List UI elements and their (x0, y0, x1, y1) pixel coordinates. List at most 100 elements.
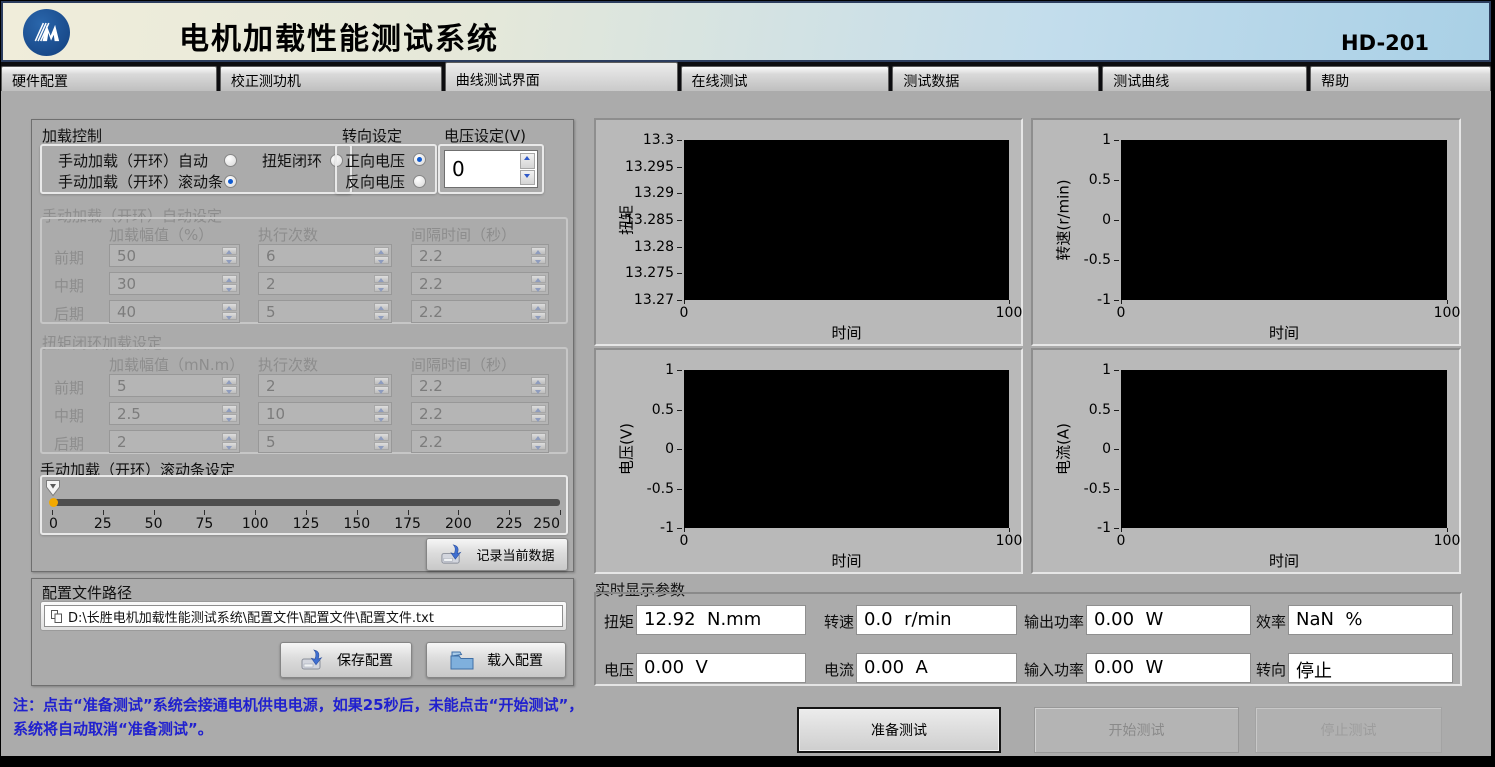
spin-down-icon (374, 284, 389, 292)
numeric-field: 2 (258, 272, 392, 295)
y-tick-mark (1114, 260, 1119, 261)
config-path-value: D:\长胜电机加载性能测试系统\配置文件\配置文件\配置文件.txt (68, 607, 434, 626)
spinner-buttons (531, 247, 546, 264)
slider-tick-label: 225 (496, 516, 523, 532)
slider-tick (52, 510, 53, 515)
numeric-field-value: 5 (266, 303, 276, 321)
numeric-field-value: 2.2 (419, 405, 443, 423)
numeric-field: 2.2 (411, 300, 549, 323)
spin-down-icon (374, 312, 389, 320)
record-data-button[interactable]: 记录当前数据 (426, 538, 568, 571)
numeric-field: 10 (258, 402, 392, 425)
y-tick-label: -1 (598, 520, 674, 536)
tab-4[interactable]: 测试数据 (892, 66, 1099, 91)
row-label: 中期 (54, 405, 84, 426)
radio-manual-scroll[interactable] (224, 175, 237, 188)
spinner-buttons (374, 405, 389, 422)
config-file-panel: 配置文件路径 D:\长胜电机加载性能测试系统\配置文件\配置文件\配置文件.tx… (31, 578, 574, 686)
radio-manual-auto[interactable] (224, 154, 237, 167)
numeric-field-value: 50 (117, 247, 136, 265)
spin-up-icon (374, 275, 389, 283)
x-tick-label: 100 (996, 533, 1023, 549)
spin-down-icon (222, 414, 237, 422)
y-tick-mark (677, 193, 682, 194)
load-config-button[interactable]: 载入配置 (426, 642, 566, 678)
y-tick-label: 0.5 (1035, 402, 1111, 418)
spin-down-icon (531, 256, 546, 264)
tab-5[interactable]: 测试曲线 (1102, 66, 1307, 91)
numeric-field: 40 (109, 300, 240, 323)
stop-test-button: 停止测试 (1255, 707, 1442, 753)
spin-up-icon (531, 303, 546, 311)
y-tick-label: 13.3 (598, 132, 674, 148)
spin-up-icon[interactable] (520, 153, 535, 169)
y-tick-mark (677, 220, 682, 221)
note-text-line2: 系统将自动取消“准备测试”。 (13, 718, 213, 739)
y-tick-mark (677, 140, 682, 141)
slider-tick (560, 510, 561, 515)
slider-tick (103, 510, 104, 515)
realtime-label: 电流 (818, 659, 854, 680)
slider-tick-label: 250 (533, 516, 560, 532)
y-axis-label: 转速(r/min) (1053, 179, 1074, 260)
x-tick-mark (1447, 528, 1448, 532)
voltage-input[interactable]: 0 (444, 150, 538, 188)
x-tick-mark (684, 528, 685, 532)
y-axis-label: 扭矩 (616, 205, 637, 235)
y-tick-label: 1 (1035, 132, 1111, 148)
slider-tick (306, 510, 307, 515)
column-header: 加载幅值（mN.m） (109, 354, 244, 375)
numeric-field-value: 2.2 (419, 377, 443, 395)
spin-down-icon (531, 414, 546, 422)
y-tick-label: 13.28 (598, 239, 674, 255)
radio-forward-voltage[interactable] (413, 153, 426, 166)
model-number: HD-201 (1341, 31, 1429, 55)
y-tick-label: -1 (1035, 520, 1111, 536)
y-tick-mark (677, 449, 682, 450)
realtime-value: 12.92 N.mm (636, 605, 806, 635)
numeric-field: 2 (258, 374, 392, 397)
slider-tick-label: 125 (293, 516, 320, 532)
slider-track[interactable] (52, 499, 560, 506)
radio-reverse-voltage[interactable] (413, 175, 426, 188)
x-tick-mark (1009, 528, 1010, 532)
realtime-label: 输入功率 (1014, 659, 1084, 680)
voltage-title: 电压设定(V) (444, 125, 526, 146)
tab-3[interactable]: 在线测试 (681, 66, 890, 91)
numeric-field-value: 40 (117, 303, 136, 321)
spin-down-icon (222, 256, 237, 264)
spinner-buttons (374, 303, 389, 320)
spinner-buttons (222, 405, 237, 422)
prepare-test-button[interactable]: 准备测试 (797, 707, 1001, 753)
realtime-label: 转向 (1248, 659, 1286, 680)
slider-tick-label: 175 (394, 516, 421, 532)
slider-fill-dot[interactable] (49, 498, 58, 507)
spin-down-icon (374, 256, 389, 264)
x-tick-label: 100 (1434, 533, 1461, 549)
numeric-field: 2.2 (411, 244, 549, 267)
column-header: 加载幅值（%） (109, 224, 213, 245)
spin-up-icon (374, 303, 389, 311)
tab-1[interactable]: 校正测功机 (220, 66, 442, 91)
spin-down-icon (374, 386, 389, 394)
spin-up-icon (374, 377, 389, 385)
spin-down-icon[interactable] (520, 170, 535, 186)
tab-2[interactable]: 曲线测试界面 (445, 62, 678, 91)
slider-tick (357, 510, 358, 515)
row-label: 前期 (54, 377, 84, 398)
numeric-field: 5 (258, 300, 392, 323)
numeric-field-value: 2 (266, 275, 276, 293)
config-path-input[interactable]: D:\长胜电机加载性能测试系统\配置文件\配置文件\配置文件.txt (44, 605, 563, 627)
spinner-buttons (222, 433, 237, 450)
spin-down-icon (222, 442, 237, 450)
spin-up-icon (374, 247, 389, 255)
y-tick-mark (1114, 370, 1119, 371)
tab-6[interactable]: 帮助 (1310, 66, 1491, 91)
tab-0[interactable]: 硬件配置 (1, 66, 217, 91)
numeric-field: 2.5 (109, 402, 240, 425)
voltage-group: 0 (438, 144, 544, 194)
save-config-button[interactable]: 保存配置 (280, 642, 412, 678)
slider-tick-label: 150 (343, 516, 370, 532)
row-label: 前期 (54, 247, 84, 268)
numeric-field-value: 2 (266, 377, 276, 395)
